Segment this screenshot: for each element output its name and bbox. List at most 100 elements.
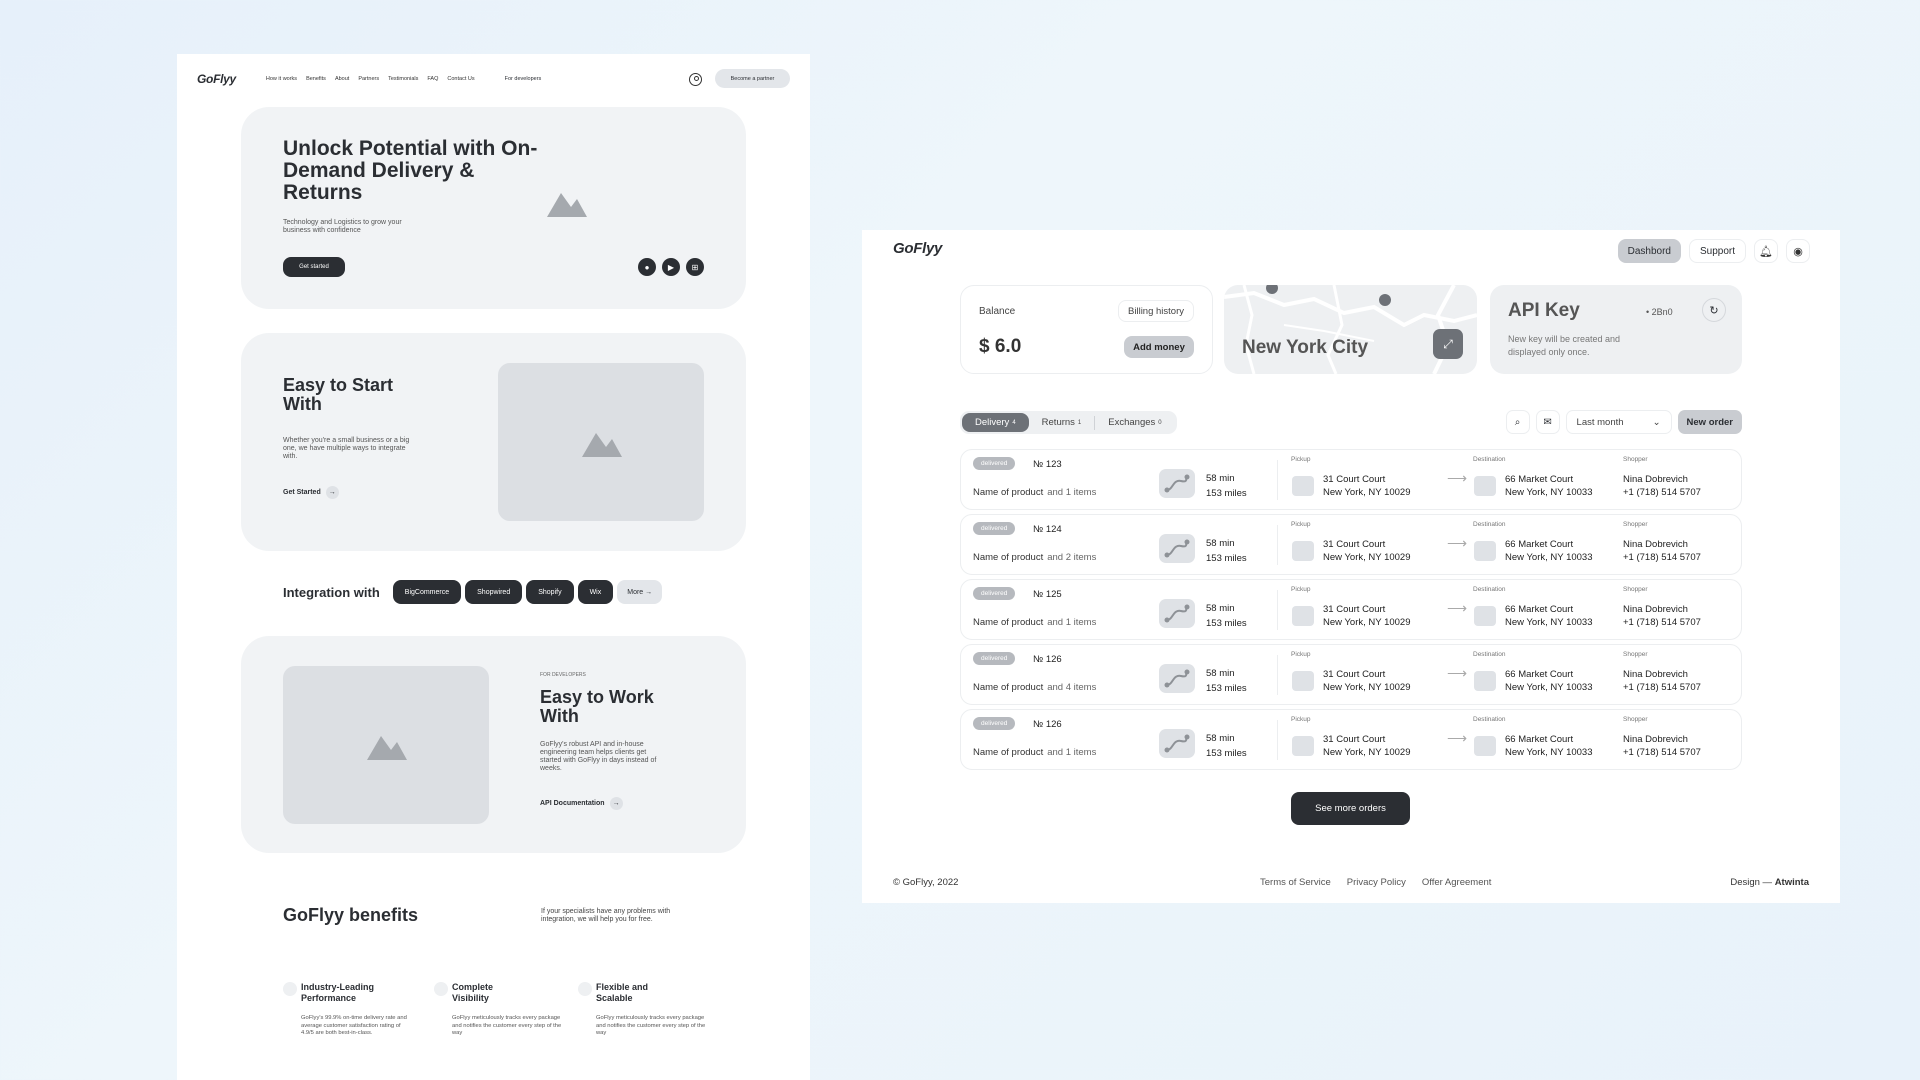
api-docs-link[interactable]: API Documentation → xyxy=(540,797,623,810)
order-number: № 125 xyxy=(1033,589,1062,600)
billing-history-button[interactable]: Billing history xyxy=(1118,300,1194,322)
offer-agreement-link[interactable]: Offer Agreement xyxy=(1422,877,1492,888)
nav-about[interactable]: About xyxy=(335,76,349,82)
delivery-eta: 58 min 153 miles xyxy=(1206,666,1247,696)
benefit-item: Complete Visibility GoFlyy meticulously … xyxy=(434,982,572,1038)
get-started-button[interactable]: Get started xyxy=(283,257,345,277)
more-integrations-button[interactable]: More → xyxy=(617,580,663,604)
chip-wix[interactable]: Wix xyxy=(577,580,614,604)
shopper-info: Nina Dobrevich +1 (718) 514 5707 xyxy=(1623,733,1701,759)
nav-faq[interactable]: FAQ xyxy=(427,76,438,82)
nav-how-it-works[interactable]: How it works xyxy=(266,76,297,82)
expand-icon[interactable]: ⤢ xyxy=(1433,329,1463,359)
chip-shopify[interactable]: Shopify xyxy=(526,580,574,604)
pickup-caption: Pickup xyxy=(1291,456,1311,463)
eta-distance: 153 miles xyxy=(1206,553,1247,564)
bell-icon[interactable]: 🔔︎ xyxy=(1754,239,1778,263)
api-key-value: • 2Bn0 xyxy=(1646,307,1673,317)
tab-exchanges[interactable]: Exchanges 0 xyxy=(1095,413,1174,432)
tab-delivery[interactable]: Delivery 4 xyxy=(962,413,1029,432)
privacy-policy-link[interactable]: Privacy Policy xyxy=(1347,877,1406,888)
image-placeholder-icon xyxy=(1292,541,1314,561)
terms-of-service-link[interactable]: Terms of Service xyxy=(1260,877,1331,888)
see-more-orders-button[interactable]: See more orders xyxy=(1291,792,1410,825)
hero-card: Unlock Potential with On-Demand Delivery… xyxy=(241,107,746,309)
arrow-right-icon: ⟶ xyxy=(1447,665,1468,681)
row-divider xyxy=(1277,460,1278,500)
tab-exchanges-label: Exchanges xyxy=(1108,417,1156,428)
benefit-title: Flexible and Scalable xyxy=(596,982,649,1003)
pickup-address: 31 Court Court New York, NY 10029 xyxy=(1323,603,1411,629)
order-row[interactable]: delivered № 125 Name of product and 1 items… xyxy=(960,579,1742,640)
pickup-city: New York, NY 10029 xyxy=(1323,552,1411,563)
delivery-eta: 58 min 153 miles xyxy=(1206,536,1247,566)
user-circle-icon[interactable]: ◉ xyxy=(1786,239,1810,263)
order-toolbar: ⌕ ✉ Last month ⌄ New order xyxy=(1505,410,1742,434)
eta-distance: 153 miles xyxy=(1206,618,1247,629)
pickup-street: 31 Court Court xyxy=(1323,669,1386,680)
tab-dashboard[interactable]: Dashbord xyxy=(1617,239,1681,263)
get-started-link[interactable]: Get Started → xyxy=(283,486,339,499)
route-icon xyxy=(1159,469,1195,498)
play-store-icon[interactable]: ▶ xyxy=(662,258,680,276)
product-label: Name of product xyxy=(973,617,1044,628)
period-select[interactable]: Last month ⌄ xyxy=(1565,410,1672,434)
product-label: Name of product xyxy=(973,682,1044,693)
new-order-button[interactable]: New order xyxy=(1677,410,1742,434)
row-divider xyxy=(1277,720,1278,760)
refresh-icon[interactable]: ↻ xyxy=(1702,298,1726,322)
route-line xyxy=(1164,604,1190,623)
credit-name[interactable]: Atwinta xyxy=(1775,877,1809,888)
easy-start-title: Easy to Start With xyxy=(283,375,394,414)
order-number: № 123 xyxy=(1033,459,1062,470)
user-circle-icon[interactable] xyxy=(689,73,702,86)
destination-address: 66 Market Court New York, NY 10033 xyxy=(1505,668,1593,694)
tab-returns[interactable]: Returns 1 xyxy=(1029,413,1095,432)
image-placeholder-icon xyxy=(1292,606,1314,626)
footer-links: Terms of Service Privacy Policy Offer Ag… xyxy=(1260,877,1491,888)
route-line xyxy=(1164,669,1190,688)
shopper-phone: +1 (718) 514 5707 xyxy=(1623,682,1701,693)
shopper-caption: Shopper xyxy=(1623,521,1648,528)
image-placeholder-icon xyxy=(547,193,587,217)
pickup-street: 31 Court Court xyxy=(1323,539,1386,550)
order-row[interactable]: delivered № 124 Name of product and 2 items… xyxy=(960,514,1742,575)
nav-for-developers[interactable]: For developers xyxy=(505,76,542,82)
status-badge: delivered xyxy=(973,587,1016,600)
apple-icon[interactable]: ● xyxy=(638,258,656,276)
tab-delivery-count: 4 xyxy=(1012,419,1016,426)
order-row[interactable]: delivered № 123 Name of product and 1 items… xyxy=(960,449,1742,510)
product-label: Name of product xyxy=(973,552,1044,563)
more-label: More xyxy=(627,588,644,596)
order-row[interactable]: delivered № 126 Name of product and 1 items… xyxy=(960,709,1742,770)
image-placeholder-icon xyxy=(1474,541,1496,561)
nav-testimonials[interactable]: Testimonials xyxy=(388,76,418,82)
become-partner-button[interactable]: Become a partner xyxy=(715,69,790,88)
dashboard-preview: GoFlyy Dashbord Support 🔔︎ ◉ Balance $ 6… xyxy=(862,230,1840,903)
benefit-text: GoFlyy meticulously tracks every package… xyxy=(596,1015,706,1036)
pickup-street: 31 Court Court xyxy=(1323,734,1386,745)
landing-menu: How it works Benefits About Partners Tes… xyxy=(266,76,475,82)
landing-logo[interactable]: GoFlyy xyxy=(197,72,236,86)
route-icon xyxy=(1159,729,1195,758)
balance-label: Balance xyxy=(979,306,1016,317)
eta-distance: 153 miles xyxy=(1206,683,1247,694)
order-row[interactable]: delivered № 126 Name of product and 4 items… xyxy=(960,644,1742,705)
chip-shopwired[interactable]: Shopwired xyxy=(465,580,523,604)
destination-address: 66 Market Court New York, NY 10033 xyxy=(1505,538,1593,564)
eta-time: 58 min xyxy=(1206,603,1235,614)
route-icon xyxy=(1159,664,1195,693)
dashboard-logo[interactable]: GoFlyy xyxy=(893,240,942,257)
nav-benefits[interactable]: Benefits xyxy=(306,76,326,82)
image-placeholder-icon xyxy=(1474,606,1496,626)
tab-support[interactable]: Support xyxy=(1688,239,1746,263)
map-card[interactable]: New York City ⤢ xyxy=(1224,285,1477,374)
nav-contact-us[interactable]: Contact Us xyxy=(447,76,474,82)
nav-partners[interactable]: Partners xyxy=(358,76,379,82)
add-money-button[interactable]: Add money xyxy=(1124,336,1194,358)
mail-icon[interactable]: ✉ xyxy=(1535,410,1560,434)
destination-street: 66 Market Court xyxy=(1505,474,1574,485)
windows-icon[interactable]: ⊞ xyxy=(686,258,704,276)
chip-bigcommerce[interactable]: BigCommerce xyxy=(392,580,462,604)
search-icon[interactable]: ⌕ xyxy=(1505,410,1530,434)
